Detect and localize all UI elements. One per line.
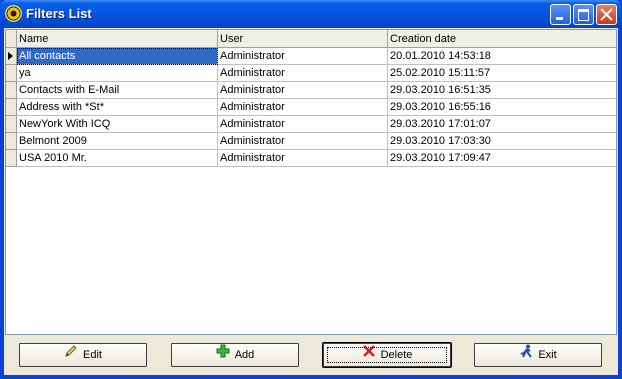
cell-name[interactable]: Contacts with E-Mail [17,82,218,99]
row-indicator[interactable] [6,133,17,150]
cell-creation-date[interactable]: 20.01.2010 14:53:18 [388,48,616,65]
cell-user[interactable]: Administrator [218,82,388,99]
column-header-name[interactable]: Name [17,30,218,48]
title-bar[interactable]: Filters List [0,0,622,28]
close-icon [600,8,613,21]
table-row[interactable]: Address with *St* Administrator 29.03.2010… [6,99,616,116]
plus-icon [216,344,230,366]
table-row[interactable]: Contacts with E-Mail Administrator 29.03.2… [6,82,616,99]
delete-button[interactable]: Delete [322,342,452,368]
edit-button[interactable]: Edit [19,343,147,367]
current-row-pointer-icon [8,52,13,60]
cell-creation-date[interactable]: 29.03.2010 17:01:07 [388,116,616,133]
column-header-creation-date[interactable]: Creation date [388,30,616,48]
cell-creation-date[interactable]: 29.03.2010 17:09:47 [388,150,616,167]
edit-button-label: Edit [83,349,102,361]
add-button-label: Add [234,349,255,361]
add-button[interactable]: Add [171,343,299,367]
cell-creation-date[interactable]: 29.03.2010 16:55:16 [388,99,616,116]
client-area: Name User Creation date All contacts Admi… [4,28,618,375]
filters-grid[interactable]: Name User Creation date All contacts Admi… [5,29,617,335]
cell-name[interactable]: Belmont 2009 [17,133,218,150]
cell-name[interactable]: NewYork With ICQ [17,116,218,133]
maximize-button[interactable] [573,4,594,25]
app-icon [5,5,22,22]
cell-creation-date[interactable]: 29.03.2010 17:03:30 [388,133,616,150]
row-indicator[interactable] [6,116,17,133]
table-row[interactable]: All contacts Administrator 20.01.2010 14:5… [6,48,616,65]
cell-name[interactable]: USA 2010 Mr. [17,150,218,167]
cell-user[interactable]: Administrator [218,150,388,167]
column-header-user[interactable]: User [218,30,388,48]
row-indicator[interactable] [6,99,17,116]
table-row[interactable]: NewYork With ICQ Administrator 29.03.2010 … [6,116,616,133]
table-row[interactable]: ya Administrator 25.02.2010 15:11:57 [6,65,616,82]
grid-header: Name User Creation date [6,30,616,48]
exit-button[interactable]: Exit [474,343,602,367]
running-man-icon [519,344,533,366]
table-row[interactable]: Belmont 2009 Administrator 29.03.2010 17:0… [6,133,616,150]
cell-user[interactable]: Administrator [218,99,388,116]
close-button[interactable] [596,4,617,25]
cell-creation-date[interactable]: 29.03.2010 16:51:35 [388,82,616,99]
header-indicator [6,30,17,48]
row-indicator[interactable] [6,65,17,82]
red-x-icon [362,344,376,366]
row-indicator[interactable] [6,150,17,167]
minimize-button[interactable] [550,4,571,25]
row-indicator[interactable] [6,48,17,65]
button-bar: Edit Add Delete Exit [4,337,618,375]
cell-name[interactable]: Address with *St* [17,99,218,116]
cell-name[interactable]: All contacts [17,48,218,65]
pencil-icon [64,344,78,366]
row-indicator[interactable] [6,82,17,99]
delete-button-label: Delete [380,349,413,361]
cell-creation-date[interactable]: 25.02.2010 15:11:57 [388,65,616,82]
exit-button-label: Exit [538,349,557,361]
filters-list-window: Filters List Name User Creation date All… [0,0,622,379]
cell-user[interactable]: Administrator [218,65,388,82]
cell-name[interactable]: ya [17,65,218,82]
table-row[interactable]: USA 2010 Mr. Administrator 29.03.2010 17:0… [6,150,616,167]
cell-user[interactable]: Administrator [218,116,388,133]
window-title: Filters List [26,6,92,21]
cell-user[interactable]: Administrator [218,133,388,150]
cell-user[interactable]: Administrator [218,48,388,65]
